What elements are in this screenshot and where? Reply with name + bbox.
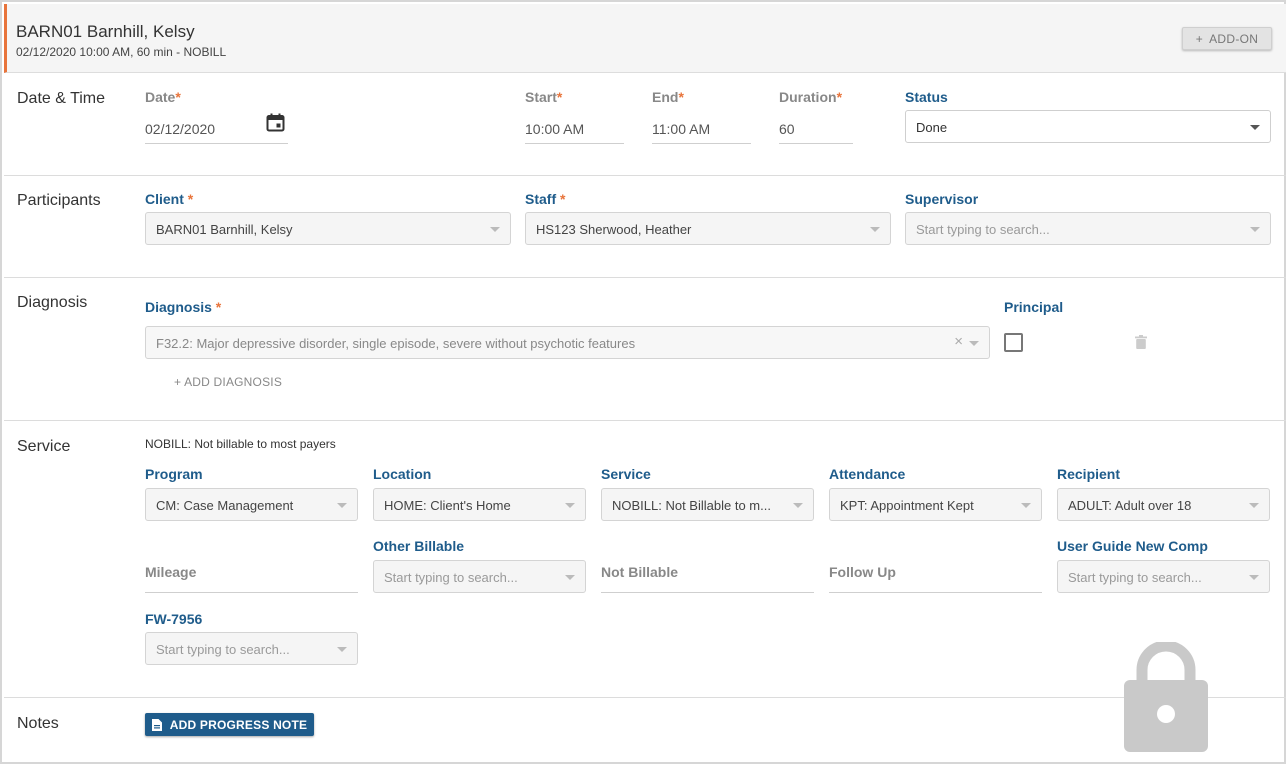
client-select[interactable]: BARN01 Barnhill, Kelsy [145,212,511,245]
section-label-diagnosis: Diagnosis [17,294,88,311]
section-label-participants: Participants [17,192,101,209]
service-billing-note: NOBILL: Not billable to most payers [145,437,336,451]
appointment-subtitle: 02/12/2020 10:00 AM, 60 min - NOBILL [16,45,227,59]
status-value: Done [916,120,948,135]
recipient-value: ADULT: Adult over 18 [1068,498,1192,513]
lock-icon [1124,642,1208,752]
add-on-button[interactable]: + ADD-ON [1182,27,1272,50]
program-label: Program [145,466,203,482]
divider [4,277,1286,278]
plus-icon: + [1195,31,1204,46]
attendance-label: Attendance [829,466,906,482]
duration-input[interactable]: 60 [779,113,853,144]
divider [4,697,1286,698]
service-select[interactable]: NOBILL: Not Billable to m... [601,488,814,521]
supervisor-placeholder: Start typing to search... [916,222,1050,237]
user-guide-select[interactable]: Start typing to search... [1057,560,1270,593]
section-label-date-time: Date & Time [17,90,106,107]
diagnosis-select[interactable]: F32.2: Major depressive disorder, single… [145,326,990,359]
start-time-input[interactable]: 10:00 AM [525,113,624,144]
attendance-select[interactable]: KPT: Appointment Kept [829,488,1042,521]
divider [4,175,1286,176]
status-select[interactable]: Done [905,110,1271,143]
fw-7956-placeholder: Start typing to search... [156,642,290,657]
section-label-notes: Notes [17,715,59,732]
status-label: Status [905,89,948,105]
attendance-value: KPT: Appointment Kept [840,498,974,513]
chevron-down-icon [337,647,347,652]
chevron-down-icon [969,341,979,346]
chevron-down-icon [1249,503,1259,508]
end-label: End* [652,89,684,105]
recipient-select[interactable]: ADULT: Adult over 18 [1057,488,1270,521]
chevron-down-icon [565,503,575,508]
mileage-input[interactable]: Mileage [145,562,358,593]
duration-label: Duration* [779,89,843,105]
chevron-down-icon [1250,125,1260,130]
program-value: CM: Case Management [156,498,294,513]
user-guide-placeholder: Start typing to search... [1068,570,1202,585]
staff-select[interactable]: HS123 Sherwood, Heather [525,212,891,245]
diagnosis-value: F32.2: Major depressive disorder, single… [156,336,636,351]
fw-7956-label: FW-7956 [145,611,203,627]
appointment-form: BARN01 Barnhill, Kelsy 02/12/2020 10:00 … [0,0,1286,764]
chevron-down-icon [565,575,575,580]
location-select[interactable]: HOME: Client's Home [373,488,586,521]
trash-icon[interactable] [1135,335,1147,349]
chevron-down-icon [1021,503,1031,508]
staff-label: Staff * [525,191,566,207]
client-value: BARN01 Barnhill, Kelsy [156,222,293,237]
chevron-down-icon [490,227,500,232]
other-billable-select[interactable]: Start typing to search... [373,560,586,593]
diagnosis-label: Diagnosis * [145,299,222,315]
clear-icon[interactable]: × [954,333,963,350]
fw-7956-select[interactable]: Start typing to search... [145,632,358,665]
principal-label: Principal [1004,299,1064,315]
chevron-down-icon [337,503,347,508]
document-icon [151,718,162,731]
other-billable-placeholder: Start typing to search... [384,570,518,585]
other-billable-label: Other Billable [373,538,465,554]
add-progress-note-label: ADD PROGRESS NOTE [169,717,308,732]
chevron-down-icon [1250,227,1260,232]
add-diagnosis-button[interactable]: + ADD DIAGNOSIS [174,375,282,389]
supervisor-select[interactable]: Start typing to search... [905,212,1271,245]
not-billable-input[interactable]: Not Billable [601,562,814,593]
add-on-label: ADD-ON [1209,31,1259,46]
supervisor-label: Supervisor [905,191,979,207]
chevron-down-icon [1249,575,1259,580]
location-label: Location [373,466,432,482]
section-label-service: Service [17,438,71,455]
service-value: NOBILL: Not Billable to m... [612,498,771,513]
chevron-down-icon [870,227,880,232]
date-label: Date* [145,89,181,105]
location-value: HOME: Client's Home [384,498,511,513]
principal-checkbox[interactable] [1004,333,1023,352]
chevron-down-icon [793,503,803,508]
service-label: Service [601,466,651,482]
start-label: Start* [525,89,563,105]
appointment-title: BARN01 Barnhill, Kelsy [16,22,195,41]
program-select[interactable]: CM: Case Management [145,488,358,521]
appointment-header: BARN01 Barnhill, Kelsy 02/12/2020 10:00 … [4,4,1286,73]
divider [4,420,1286,421]
calendar-icon[interactable] [266,113,285,132]
add-progress-note-button[interactable]: ADD PROGRESS NOTE [145,713,314,736]
follow-up-input[interactable]: Follow Up [829,562,1042,593]
end-time-input[interactable]: 11:00 AM [652,113,751,144]
client-label: Client * [145,191,194,207]
staff-value: HS123 Sherwood, Heather [536,222,692,237]
user-guide-label: User Guide New Comp [1057,538,1208,554]
recipient-label: Recipient [1057,466,1121,482]
